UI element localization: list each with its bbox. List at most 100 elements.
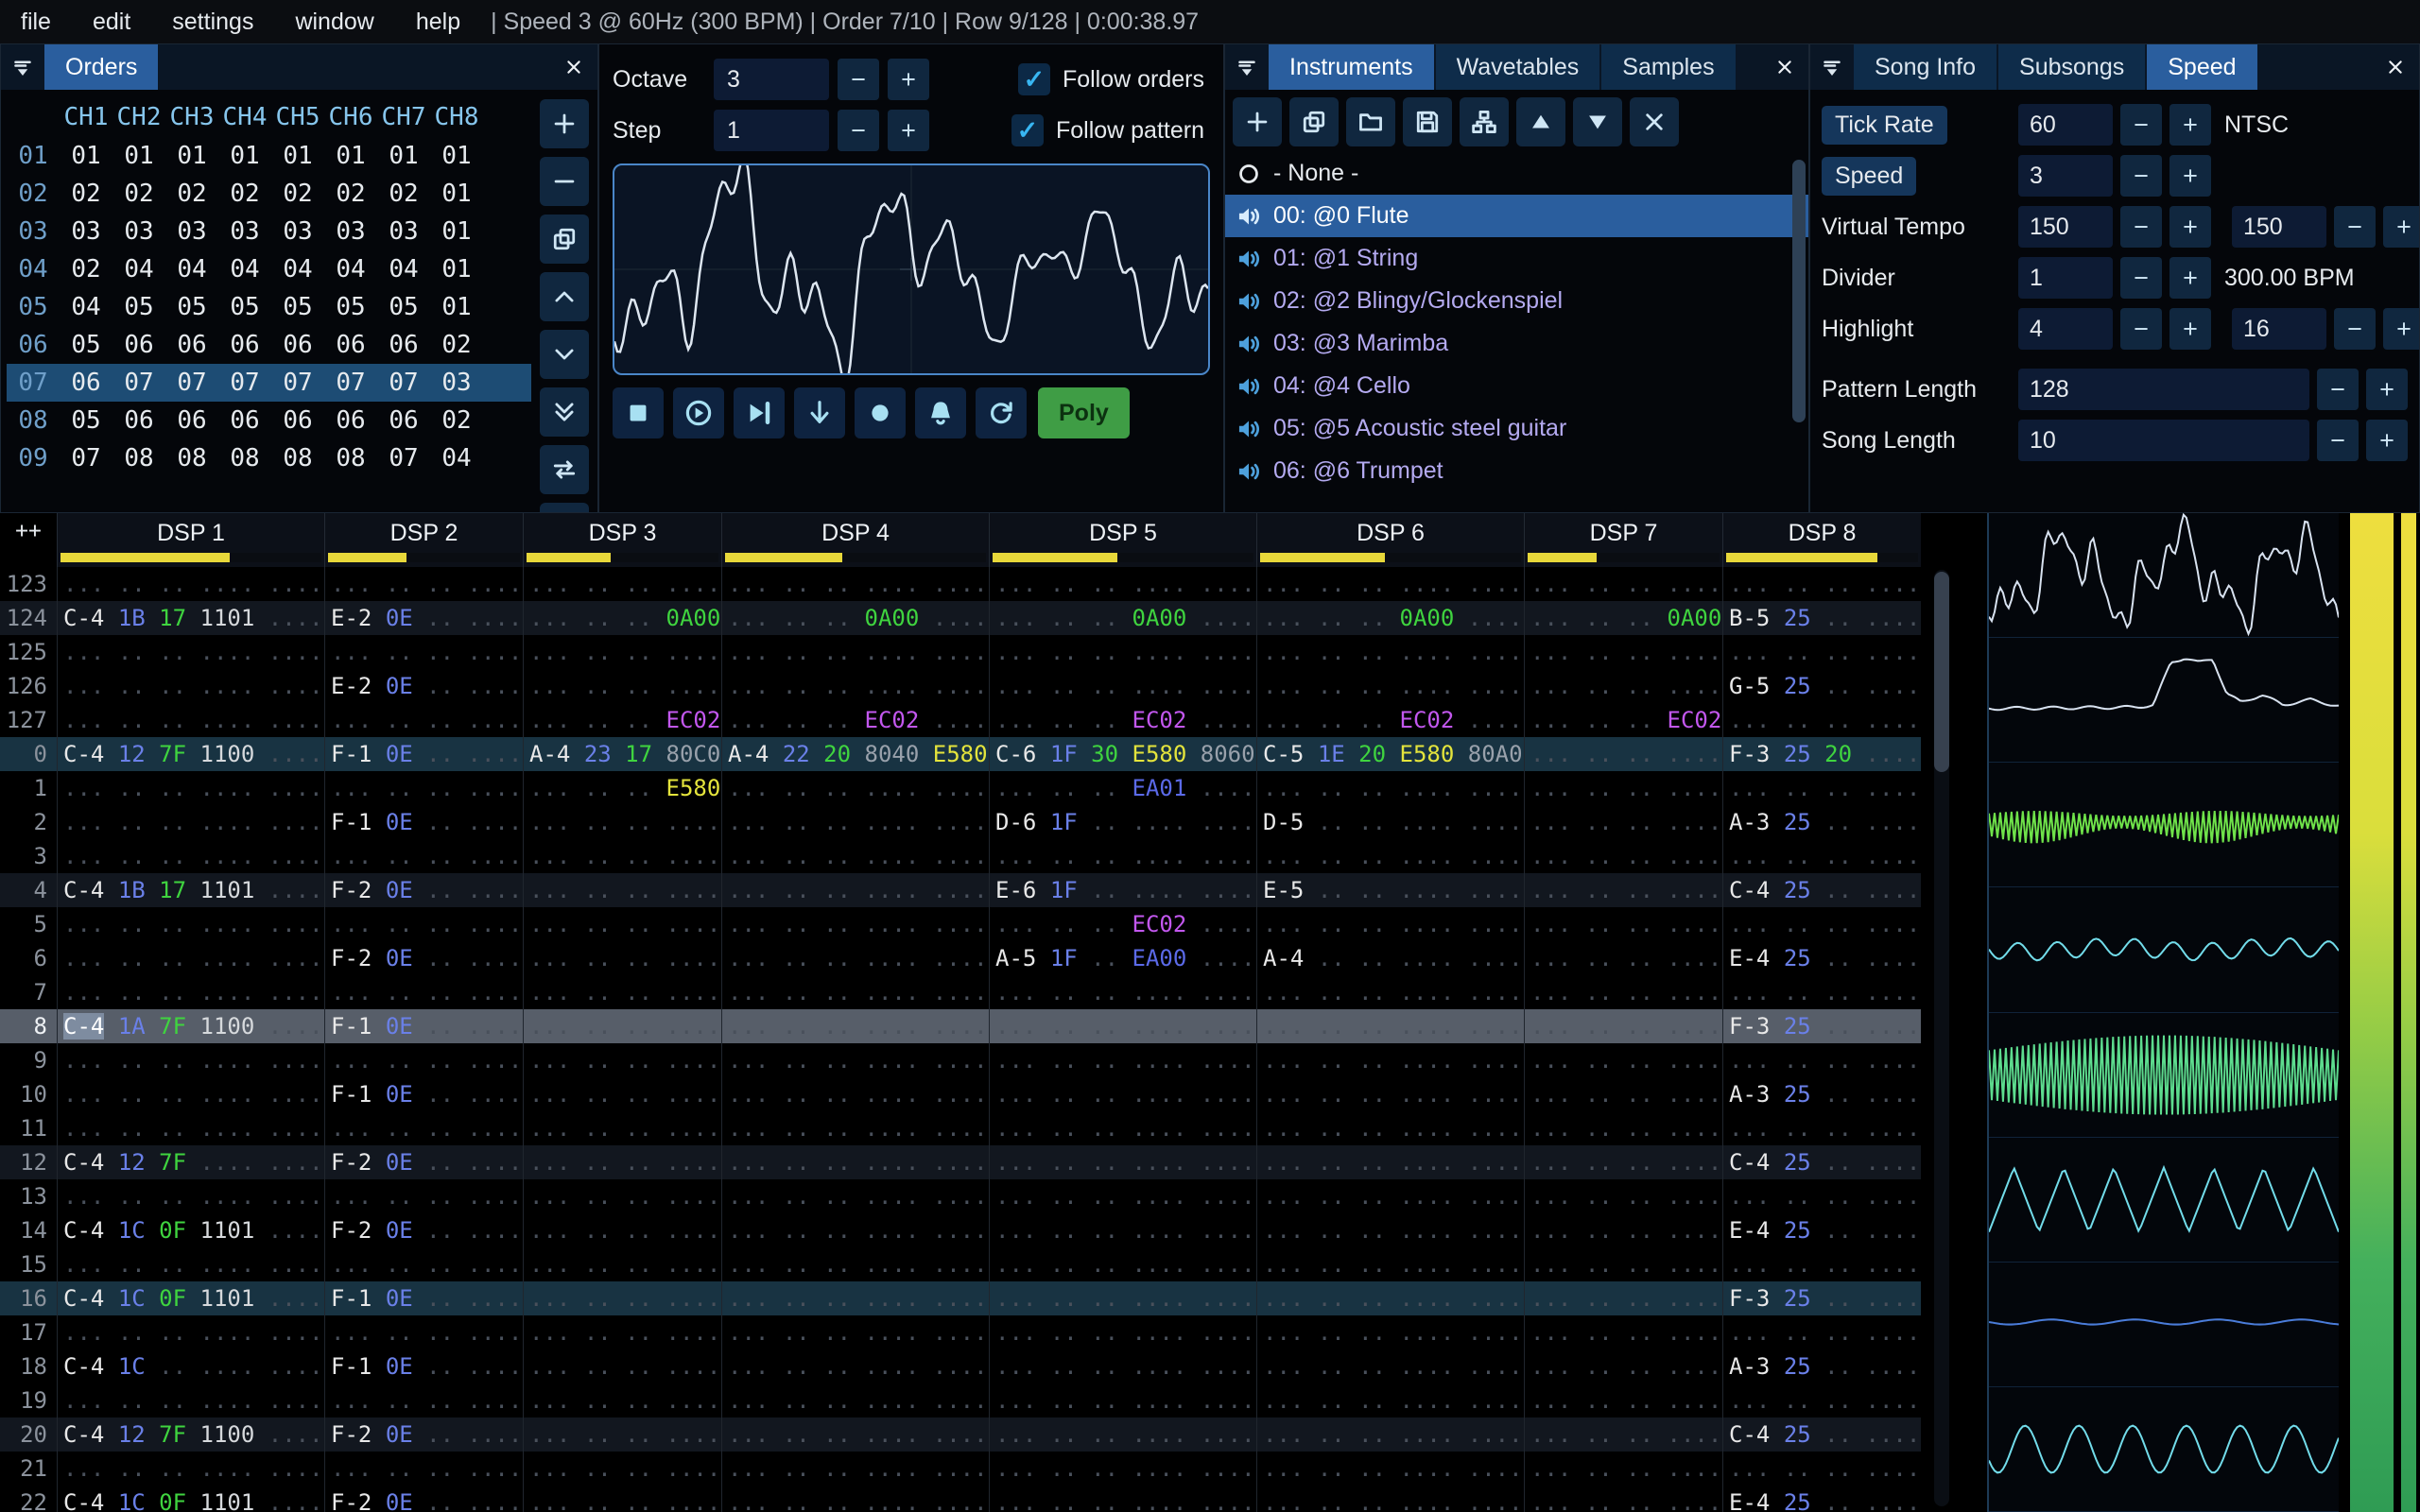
pattern-cell-ch8[interactable]: ... .. .. .... (1722, 703, 1921, 737)
order-cell-ch3[interactable]: 04 (165, 250, 218, 288)
channel-header-1[interactable]: DSP 1 (57, 513, 324, 567)
pattern-cell-ch5[interactable]: ... .. .. .... .... (989, 1145, 1256, 1179)
tick-rate-decrease-button[interactable]: − (2120, 104, 2162, 146)
pattern-cell-ch5[interactable]: C-6 1F 30 E580 8060 (989, 737, 1256, 771)
channel-header-7[interactable]: DSP 7 (1524, 513, 1722, 567)
pattern-cell-ch1[interactable]: ... .. .. .... .... (57, 703, 324, 737)
instruments-tab-instruments[interactable]: Instruments (1269, 44, 1434, 90)
order-cell-ch5[interactable]: 03 (271, 213, 324, 250)
octave-decrease-button[interactable]: − (838, 59, 879, 100)
pattern-cell-ch5[interactable]: ... .. .. .... .... (989, 567, 1256, 601)
divider-input[interactable]: 1 (2018, 257, 2113, 299)
order-cell-ch3[interactable]: 03 (165, 213, 218, 250)
pattern-cell-ch8[interactable]: ... .. .. .... (1722, 771, 1921, 805)
record-button[interactable] (855, 387, 906, 438)
instrument-move-up-button[interactable] (1516, 97, 1565, 146)
channel-header-6[interactable]: DSP 6 (1256, 513, 1524, 567)
channel-header-8[interactable]: DSP 8 (1722, 513, 1921, 567)
order-cell-ch8[interactable]: 01 (430, 250, 483, 288)
pattern-cell-ch6[interactable]: ... .. .. .... .... (1256, 1383, 1524, 1418)
pattern-cell-ch2[interactable]: F-1 0E .. .... (324, 805, 523, 839)
order-cell-ch7[interactable]: 05 (377, 288, 430, 326)
step-increase-button[interactable]: + (888, 110, 929, 151)
pattern-cell-ch6[interactable]: ... .. .. .... .... (1256, 1213, 1524, 1247)
pattern-cell-ch7[interactable]: ... .. .. .... (1524, 1179, 1722, 1213)
pattern-cell-ch3[interactable]: ... .. .. .... (523, 907, 721, 941)
pattern-cell-ch7[interactable]: ... .. .. .... (1524, 1349, 1722, 1383)
pattern-cell-ch4[interactable]: A-4 22 20 8040 E580 (721, 737, 989, 771)
pattern-cell-ch2[interactable]: ... .. .. .... (324, 1111, 523, 1145)
highlight-input-2[interactable]: 16 (2232, 308, 2326, 350)
pattern-cell-ch1[interactable]: ... .. .. .... .... (57, 839, 324, 873)
pattern-cell-ch6[interactable]: A-4 .. .. .... .... (1256, 941, 1524, 975)
pattern-cell-ch7[interactable]: ... .. .. .... (1524, 1486, 1722, 1512)
order-cell-ch6[interactable]: 06 (324, 402, 377, 439)
song-length-decrease-button[interactable]: − (2317, 420, 2359, 461)
order-move-up-button[interactable] (540, 272, 589, 321)
pattern-cell-ch3[interactable]: ... .. .. .... (523, 635, 721, 669)
pattern-cell-ch7[interactable]: ... .. .. .... (1524, 635, 1722, 669)
instrument-save-button[interactable] (1403, 97, 1452, 146)
pattern-cell-ch3[interactable]: ... .. .. .... (523, 1145, 721, 1179)
order-cell-ch7[interactable]: 07 (377, 439, 430, 477)
pattern-cell-ch1[interactable]: ... .. .. .... .... (57, 1315, 324, 1349)
instrument-item-6[interactable]: 06: @6 Trumpet (1225, 450, 1808, 492)
pattern-cell-ch1[interactable]: ... .. .. .... .... (57, 1077, 324, 1111)
pattern-cell-ch8[interactable]: B-5 25 .. .... (1722, 601, 1921, 635)
order-cell-ch5[interactable]: 07 (271, 364, 324, 402)
pattern-length-input[interactable]: 128 (2018, 369, 2309, 410)
pattern-cell-ch1[interactable]: ... .. .. .... .... (57, 1043, 324, 1077)
pattern-cell-ch6[interactable]: ... .. .. .... .... (1256, 1281, 1524, 1315)
pattern-cell-ch2[interactable]: E-2 0E .. .... (324, 601, 523, 635)
pattern-cell-ch4[interactable]: ... .. .. .... .... (721, 1111, 989, 1145)
pattern-cell-ch1[interactable]: C-4 1C .. .... .... (57, 1349, 324, 1383)
pattern-cell-ch2[interactable]: F-2 0E .. .... (324, 1486, 523, 1512)
pattern-cell-ch4[interactable]: ... .. .. .... .... (721, 941, 989, 975)
play-pattern-button[interactable] (734, 387, 785, 438)
pattern-cell-ch1[interactable]: C-4 1B 17 1101 .... (57, 601, 324, 635)
pattern-cell-ch2[interactable]: F-2 0E .. .... (324, 941, 523, 975)
order-cell-ch1[interactable]: 02 (60, 175, 112, 213)
order-cell-ch3[interactable]: 05 (165, 288, 218, 326)
pattern-cell-ch7[interactable]: ... .. .. EC02 (1524, 703, 1722, 737)
pattern-cell-ch5[interactable]: ... .. .. .... .... (989, 1349, 1256, 1383)
pattern-cell-ch4[interactable]: ... .. .. .... .... (721, 907, 989, 941)
order-cell-ch8[interactable]: 01 (430, 137, 483, 175)
order-cell-ch7[interactable]: 07 (377, 364, 430, 402)
pattern-cell-ch3[interactable]: ... .. .. .... (523, 1281, 721, 1315)
instruments-tab-wavetables[interactable]: Wavetables (1435, 44, 1600, 90)
song-close-button[interactable] (2372, 44, 2419, 90)
metronome-button[interactable] (915, 387, 966, 438)
menu-item-edit[interactable]: edit (72, 9, 151, 36)
channel-header-3[interactable]: DSP 3 (523, 513, 721, 567)
pattern-cell-ch8[interactable]: C-4 25 .. .... (1722, 1145, 1921, 1179)
pattern-cell-ch7[interactable]: ... .. .. .... (1524, 1111, 1722, 1145)
pattern-cell-ch6[interactable]: ... .. .. .... .... (1256, 1315, 1524, 1349)
song-length-input[interactable]: 10 (2018, 420, 2309, 461)
pattern-cell-ch7[interactable]: ... .. .. .... (1524, 737, 1722, 771)
pattern-cell-ch6[interactable]: ... .. .. .... .... (1256, 1043, 1524, 1077)
menu-item-window[interactable]: window (274, 9, 394, 36)
pattern-cell-ch2[interactable]: E-2 0E .. .... (324, 669, 523, 703)
pattern-cell-ch3[interactable]: ... .. .. .... (523, 1043, 721, 1077)
pattern-cell-ch4[interactable]: ... .. .. 0A00 .... (721, 601, 989, 635)
order-cell-ch3[interactable]: 06 (165, 326, 218, 364)
instrument-add-button[interactable] (1233, 97, 1282, 146)
pattern-cell-ch3[interactable]: ... .. .. .... (523, 1213, 721, 1247)
step-decrease-button[interactable]: − (838, 110, 879, 151)
pattern-cell-ch7[interactable]: ... .. .. .... (1524, 567, 1722, 601)
pattern-cell-ch5[interactable]: ... .. .. .... .... (989, 1486, 1256, 1512)
instrument-list-scrollbar[interactable] (1792, 160, 1806, 422)
pattern-cell-ch5[interactable]: ... .. .. .... .... (989, 975, 1256, 1009)
pattern-cell-ch1[interactable]: ... .. .. .... .... (57, 567, 324, 601)
pattern-cell-ch5[interactable]: ... .. .. EA01 .... (989, 771, 1256, 805)
song-tab-song-info[interactable]: Song Info (1854, 44, 1997, 90)
pattern-cell-ch5[interactable]: ... .. .. .... .... (989, 669, 1256, 703)
pattern-cell-ch4[interactable]: ... .. .. .... .... (721, 1247, 989, 1281)
order-cell-ch5[interactable]: 04 (271, 250, 324, 288)
virtual-tempo-input-2[interactable]: 150 (2232, 206, 2326, 248)
instrument-open-button[interactable] (1346, 97, 1395, 146)
order-cell-ch7[interactable]: 03 (377, 213, 430, 250)
pattern-cell-ch6[interactable]: ... .. .. .... .... (1256, 1349, 1524, 1383)
pattern-cell-ch1[interactable]: ... .. .. .... .... (57, 1383, 324, 1418)
